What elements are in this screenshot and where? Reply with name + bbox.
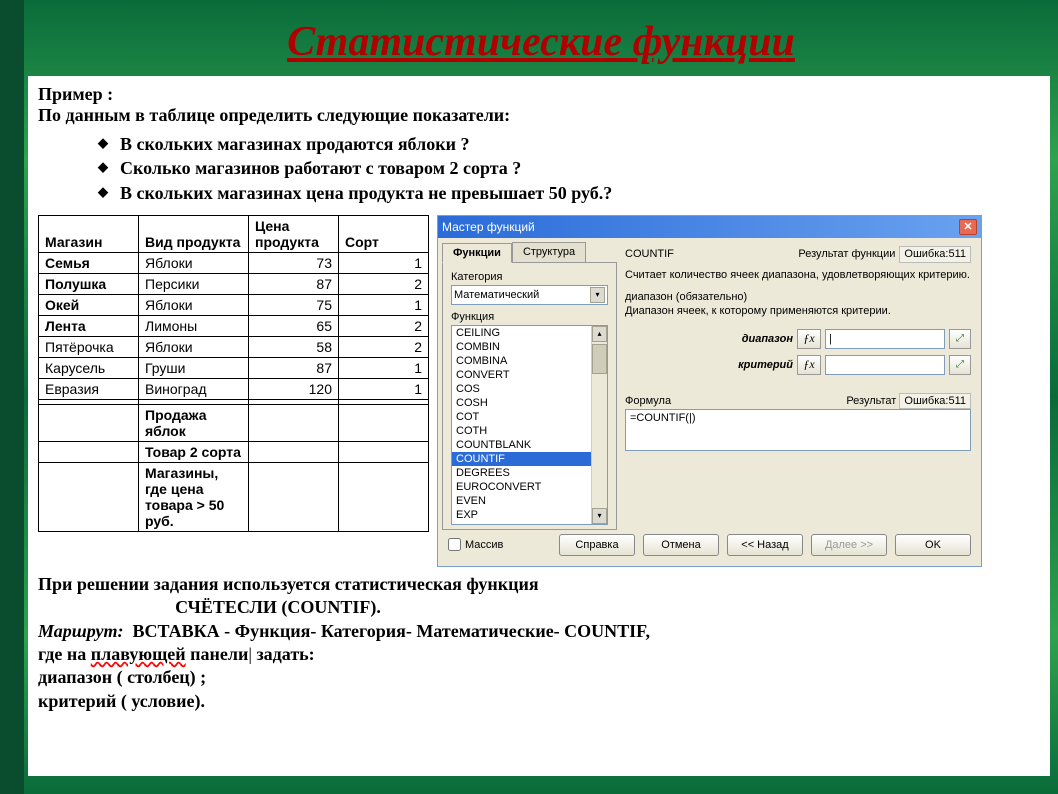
- dialog-titlebar[interactable]: Мастер функций ✕: [438, 216, 981, 238]
- tab-structure[interactable]: Структура: [512, 242, 586, 262]
- content-area: Пример : По данным в таблице определить …: [28, 76, 1050, 776]
- bullet-item: Сколько магазинов работают с товаром 2 с…: [98, 156, 1040, 180]
- bullet-item: В скольких магазинах цена продукта не пр…: [98, 181, 1040, 205]
- result-label: Результат функции: [798, 248, 895, 260]
- list-item[interactable]: COSH: [452, 396, 607, 410]
- list-item[interactable]: COUNTIF: [452, 452, 607, 466]
- dialog-title: Мастер функций: [442, 220, 535, 234]
- function-wizard-dialog: Мастер функций ✕ Функции Структура Катег…: [437, 215, 982, 567]
- param-criterion-label: критерий: [733, 359, 793, 371]
- function-listbox[interactable]: CEILING COMBIN COMBINA CONVERT COS COSH …: [451, 325, 608, 525]
- list-item[interactable]: FACT: [452, 522, 607, 525]
- next-button[interactable]: Далее >>: [811, 534, 887, 556]
- tab-functions[interactable]: Функции: [442, 243, 512, 263]
- formula-label: Формула: [625, 395, 671, 407]
- data-table: Магазин Вид продукта Цена продукта Сорт …: [38, 215, 429, 532]
- function-name: COUNTIF: [625, 248, 674, 260]
- col-store: Магазин: [39, 215, 139, 252]
- col-product: Вид продукта: [139, 215, 249, 252]
- array-checkbox[interactable]: [448, 538, 461, 551]
- list-item[interactable]: CEILING: [452, 326, 607, 340]
- range-input[interactable]: [825, 329, 945, 349]
- scroll-up-icon[interactable]: ▴: [592, 326, 607, 342]
- function-label: Функция: [451, 311, 608, 323]
- close-icon[interactable]: ✕: [959, 219, 977, 235]
- fx-button[interactable]: ƒx: [797, 355, 821, 375]
- list-item[interactable]: COMBINA: [452, 354, 607, 368]
- category-select[interactable]: Математический ▾: [451, 285, 608, 305]
- scrollbar[interactable]: ▴ ▾: [591, 326, 607, 524]
- list-item[interactable]: COUNTBLANK: [452, 438, 607, 452]
- criterion-input[interactable]: [825, 355, 945, 375]
- ok-button[interactable]: OK: [895, 534, 971, 556]
- array-checkbox-label: Массив: [465, 539, 503, 551]
- col-price: Цена продукта: [249, 215, 339, 252]
- formula-input[interactable]: =COUNTIF(|): [625, 409, 971, 451]
- result-field: Ошибка:511: [899, 246, 971, 263]
- example-intro: По данным в таблице определить следующие…: [38, 105, 1040, 126]
- footer-text: При решении задания используется статист…: [38, 573, 1040, 713]
- shrink-icon[interactable]: ⤢: [949, 355, 971, 375]
- result2-field: Ошибка:511: [899, 393, 971, 409]
- scroll-down-icon[interactable]: ▾: [592, 508, 607, 524]
- fx-button[interactable]: ƒx: [797, 329, 821, 349]
- chevron-down-icon: ▾: [590, 287, 605, 303]
- list-item[interactable]: COS: [452, 382, 607, 396]
- list-item[interactable]: CONVERT: [452, 368, 607, 382]
- param-description: Диапазон ячеек, к которому применяются к…: [625, 305, 971, 317]
- bullet-item: В скольких магазинах продаются яблоки ?: [98, 132, 1040, 156]
- list-item[interactable]: COMBIN: [452, 340, 607, 354]
- list-item[interactable]: EUROCONVERT: [452, 480, 607, 494]
- list-item[interactable]: COT: [452, 410, 607, 424]
- list-item[interactable]: EVEN: [452, 494, 607, 508]
- result2-label: Результат: [846, 395, 896, 407]
- list-item[interactable]: EXP: [452, 508, 607, 522]
- bullet-list: В скольких магазинах продаются яблоки ? …: [98, 132, 1040, 205]
- example-head: Пример :: [38, 84, 1040, 105]
- scroll-thumb[interactable]: [592, 344, 607, 374]
- category-label: Категория: [451, 271, 608, 283]
- list-item[interactable]: COTH: [452, 424, 607, 438]
- shrink-icon[interactable]: ⤢: [949, 329, 971, 349]
- list-item[interactable]: DEGREES: [452, 466, 607, 480]
- back-button[interactable]: << Назад: [727, 534, 803, 556]
- slide-title: Статистические функции: [24, 0, 1058, 76]
- param-range-label: диапазон: [733, 333, 793, 345]
- function-description: Считает количество ячеек диапазона, удов…: [625, 269, 971, 281]
- col-sort: Сорт: [339, 215, 429, 252]
- param-name-label: диапазон (обязательно): [625, 291, 971, 303]
- cancel-button[interactable]: Отмена: [643, 534, 719, 556]
- help-button[interactable]: Справка: [559, 534, 635, 556]
